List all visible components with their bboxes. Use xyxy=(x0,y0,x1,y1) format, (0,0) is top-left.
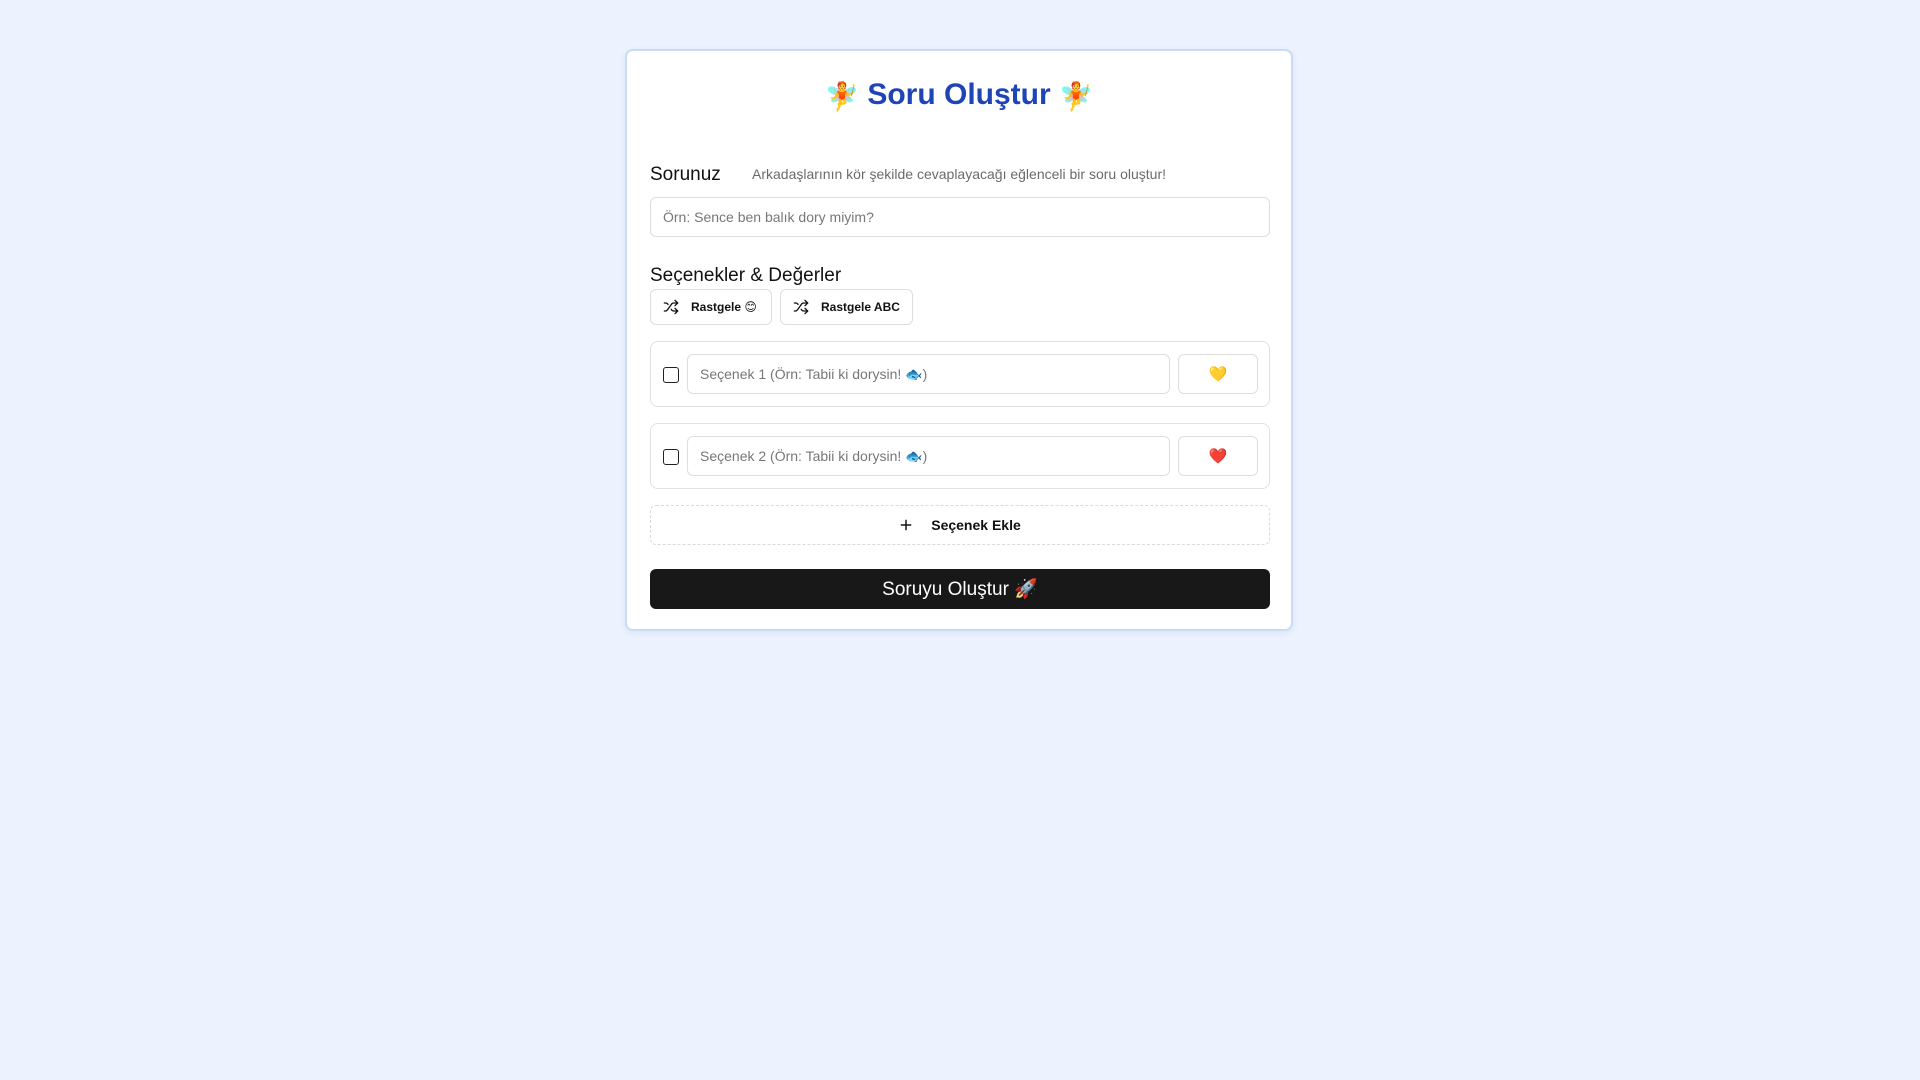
add-option-button[interactable]: Seçenek Ekle xyxy=(650,505,1270,545)
shuffle-emoji-button[interactable]: Rastgele 😊 xyxy=(650,289,772,325)
option-1-input[interactable] xyxy=(687,354,1170,394)
fairy-icon-left: 🧚 xyxy=(824,81,860,112)
option-2-input[interactable] xyxy=(687,436,1170,476)
shuffle-abc-button[interactable]: Rastgele ABC xyxy=(780,289,913,325)
page-subtitle: Arkadaşlarının kör şekilde cevaplayacağı… xyxy=(752,166,1166,182)
page-title-text: Soru Oluştur xyxy=(867,78,1051,111)
fairy-icon-right: 🧚 xyxy=(1058,81,1094,112)
option-row-2: ❤️ xyxy=(650,423,1270,489)
option-1-checkbox[interactable] xyxy=(663,367,679,383)
option-row-1: 💛 xyxy=(650,341,1270,407)
option-2-checkbox[interactable] xyxy=(663,449,679,465)
option-1-value-button[interactable]: 💛 xyxy=(1178,354,1258,394)
yellow-heart-icon: 💛 xyxy=(1208,366,1228,383)
shuffle-emoji-label: Rastgele 😊 xyxy=(691,300,757,314)
shuffle-abc-label: Rastgele ABC xyxy=(821,300,900,314)
question-label: Sorunuz xyxy=(650,164,721,185)
shuffle-icon xyxy=(663,299,679,315)
page-title: 🧚 Soru Oluştur 🧚 xyxy=(627,73,1291,119)
plus-icon xyxy=(900,519,912,531)
options-label: Seçenekler & Değerler xyxy=(650,265,842,286)
question-input[interactable] xyxy=(650,197,1270,237)
create-question-card: 🧚 Soru Oluştur 🧚 Arkadaşlarının kör şekild… xyxy=(625,49,1293,631)
red-heart-icon: ❤️ xyxy=(1208,448,1228,465)
create-question-button[interactable]: Soruyu Oluştur 🚀 xyxy=(650,569,1270,609)
create-question-label: Soruyu Oluştur 🚀 xyxy=(882,579,1038,600)
option-2-value-button[interactable]: ❤️ xyxy=(1178,436,1258,476)
add-option-label: Seçenek Ekle xyxy=(931,517,1021,533)
shuffle-icon xyxy=(793,299,809,315)
